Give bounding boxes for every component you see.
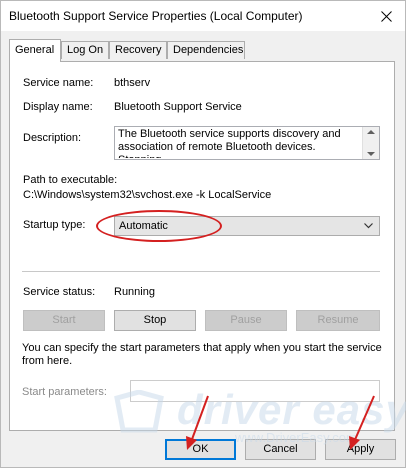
description-scrollbar[interactable] xyxy=(362,127,379,159)
scroll-up-icon[interactable] xyxy=(367,130,375,134)
description-box[interactable]: The Bluetooth service supports discovery… xyxy=(114,126,380,160)
pause-button[interactable]: Pause xyxy=(205,310,287,331)
start-button[interactable]: Start xyxy=(23,310,105,331)
startup-type-value: Automatic xyxy=(119,220,168,232)
service-name-label: Service name: xyxy=(23,77,94,89)
cancel-button[interactable]: Cancel xyxy=(245,439,316,460)
scroll-down-icon[interactable] xyxy=(367,152,375,156)
tab-dependencies[interactable]: Dependencies xyxy=(167,41,245,59)
chevron-down-icon xyxy=(364,223,373,229)
start-parameters-input[interactable] xyxy=(130,380,380,402)
tab-general[interactable]: General xyxy=(9,39,61,62)
start-params-info: You can specify the start parameters tha… xyxy=(22,342,382,367)
window-title: Bluetooth Support Service Properties (Lo… xyxy=(9,9,303,23)
title-bar: Bluetooth Support Service Properties (Lo… xyxy=(1,1,405,31)
ok-button[interactable]: OK xyxy=(165,439,236,460)
apply-button[interactable]: Apply xyxy=(325,439,396,460)
start-parameters-label: Start parameters: xyxy=(22,386,107,398)
section-divider xyxy=(22,271,380,272)
close-button[interactable] xyxy=(373,5,399,27)
startup-type-label: Startup type: xyxy=(23,219,86,231)
service-status-label: Service status: xyxy=(23,286,96,298)
startup-type-select[interactable]: Automatic xyxy=(114,216,380,236)
path-value: C:\Windows\system32\svchost.exe -k Local… xyxy=(23,189,272,201)
tab-recovery[interactable]: Recovery xyxy=(109,41,167,59)
service-name-value: bthserv xyxy=(114,77,151,89)
description-label: Description: xyxy=(23,132,82,144)
close-icon xyxy=(380,10,392,22)
stop-button[interactable]: Stop xyxy=(114,310,196,331)
resume-button[interactable]: Resume xyxy=(296,310,380,331)
display-name-value: Bluetooth Support Service xyxy=(114,101,242,113)
display-name-label: Display name: xyxy=(23,101,93,113)
properties-window: Bluetooth Support Service Properties (Lo… xyxy=(0,0,406,468)
service-status-value: Running xyxy=(114,286,155,298)
general-panel: Service name: bthserv Display name: Blue… xyxy=(9,61,395,431)
description-text: The Bluetooth service supports discovery… xyxy=(118,128,341,158)
path-label: Path to executable: xyxy=(23,174,118,186)
tab-log-on[interactable]: Log On xyxy=(61,41,109,59)
